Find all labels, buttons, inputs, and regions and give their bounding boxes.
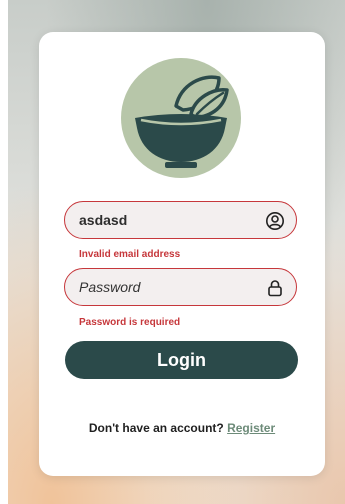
register-prompt: Don't have an account? [88, 421, 224, 435]
password-input[interactable] [79, 269, 259, 305]
user-circle-icon [265, 211, 285, 231]
email-error: Invalid email address [79, 249, 181, 260]
email-input[interactable] [79, 202, 259, 238]
lock-icon [265, 278, 285, 298]
bowl-logo [121, 58, 241, 178]
register-link[interactable]: Register [227, 421, 275, 435]
left-edge-strip [0, 0, 8, 504]
email-field[interactable] [64, 201, 297, 239]
password-error: Password is required [79, 317, 181, 328]
register-row: Don't have an account? Register [39, 421, 325, 435]
password-field[interactable] [64, 268, 297, 306]
login-button[interactable]: Login [65, 341, 298, 379]
login-card: Invalid email address Password is requir… [39, 32, 325, 476]
bowl-leaves-icon [135, 75, 229, 168]
